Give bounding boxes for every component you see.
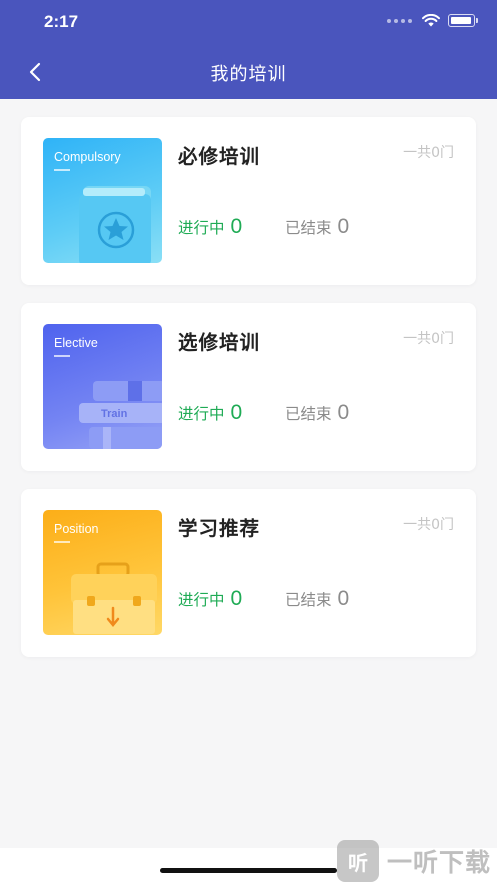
home-indicator[interactable] <box>160 868 337 873</box>
card-title: 必修培训 <box>178 145 261 168</box>
battery-icon <box>448 14 478 27</box>
card-title: 学习推荐 <box>178 517 261 540</box>
ongoing-count: 0 <box>230 401 243 424</box>
ended-label: 已结束 <box>285 219 332 237</box>
ended-count: 0 <box>337 401 350 424</box>
ended-stat[interactable]: 已结束 0 <box>285 215 349 239</box>
ongoing-label: 进行中 <box>178 405 225 423</box>
status-time: 2:17 <box>44 12 79 31</box>
wifi-icon <box>422 14 440 27</box>
ended-label: 已结束 <box>285 591 332 609</box>
ended-stat[interactable]: 已结束 0 <box>285 401 349 425</box>
ongoing-count: 0 <box>230 587 243 610</box>
app-header: 2:17 我的培训 <box>0 0 497 99</box>
book-star-icon <box>79 186 151 263</box>
ongoing-label: 进行中 <box>178 219 225 237</box>
position-thumbnail: Position <box>43 510 162 635</box>
ended-stat[interactable]: 已结束 0 <box>285 587 349 611</box>
status-icons <box>387 14 478 27</box>
signal-dots-icon <box>387 18 412 23</box>
card-title: 选修培训 <box>178 331 261 354</box>
training-card-compulsory[interactable]: Compulsory 必修培训 一共0门 进行中 0 已结束 0 <box>21 117 476 285</box>
training-card-elective[interactable]: Elective Train 选修培训 一共0门 进行中 0 已结束 0 <box>21 303 476 471</box>
watermark: 听 一听下载 <box>337 840 491 882</box>
ongoing-stat[interactable]: 进行中 0 <box>178 587 242 611</box>
course-total: 一共0门 <box>403 145 454 161</box>
ongoing-stat[interactable]: 进行中 0 <box>178 215 242 239</box>
page-title: 我的培训 <box>210 64 287 85</box>
course-total: 一共0门 <box>403 331 454 347</box>
ended-label: 已结束 <box>285 405 332 423</box>
compulsory-thumbnail: Compulsory <box>43 138 162 263</box>
course-total: 一共0门 <box>403 517 454 533</box>
thumb-caption: Train <box>101 408 128 420</box>
briefcase-icon <box>71 562 157 634</box>
watermark-logo-icon: 听 <box>337 840 379 882</box>
ongoing-label: 进行中 <box>178 591 225 609</box>
ongoing-stat[interactable]: 进行中 0 <box>178 401 242 425</box>
ended-count: 0 <box>337 587 350 610</box>
training-card-position[interactable]: Position 学习推荐 一共0门 进行中 0 已结束 0 <box>21 489 476 657</box>
book-stack-icon <box>79 381 162 449</box>
watermark-text: 一听下载 <box>387 848 492 877</box>
elective-thumbnail: Elective Train <box>43 324 162 449</box>
ended-count: 0 <box>337 215 350 238</box>
ongoing-count: 0 <box>230 215 243 238</box>
